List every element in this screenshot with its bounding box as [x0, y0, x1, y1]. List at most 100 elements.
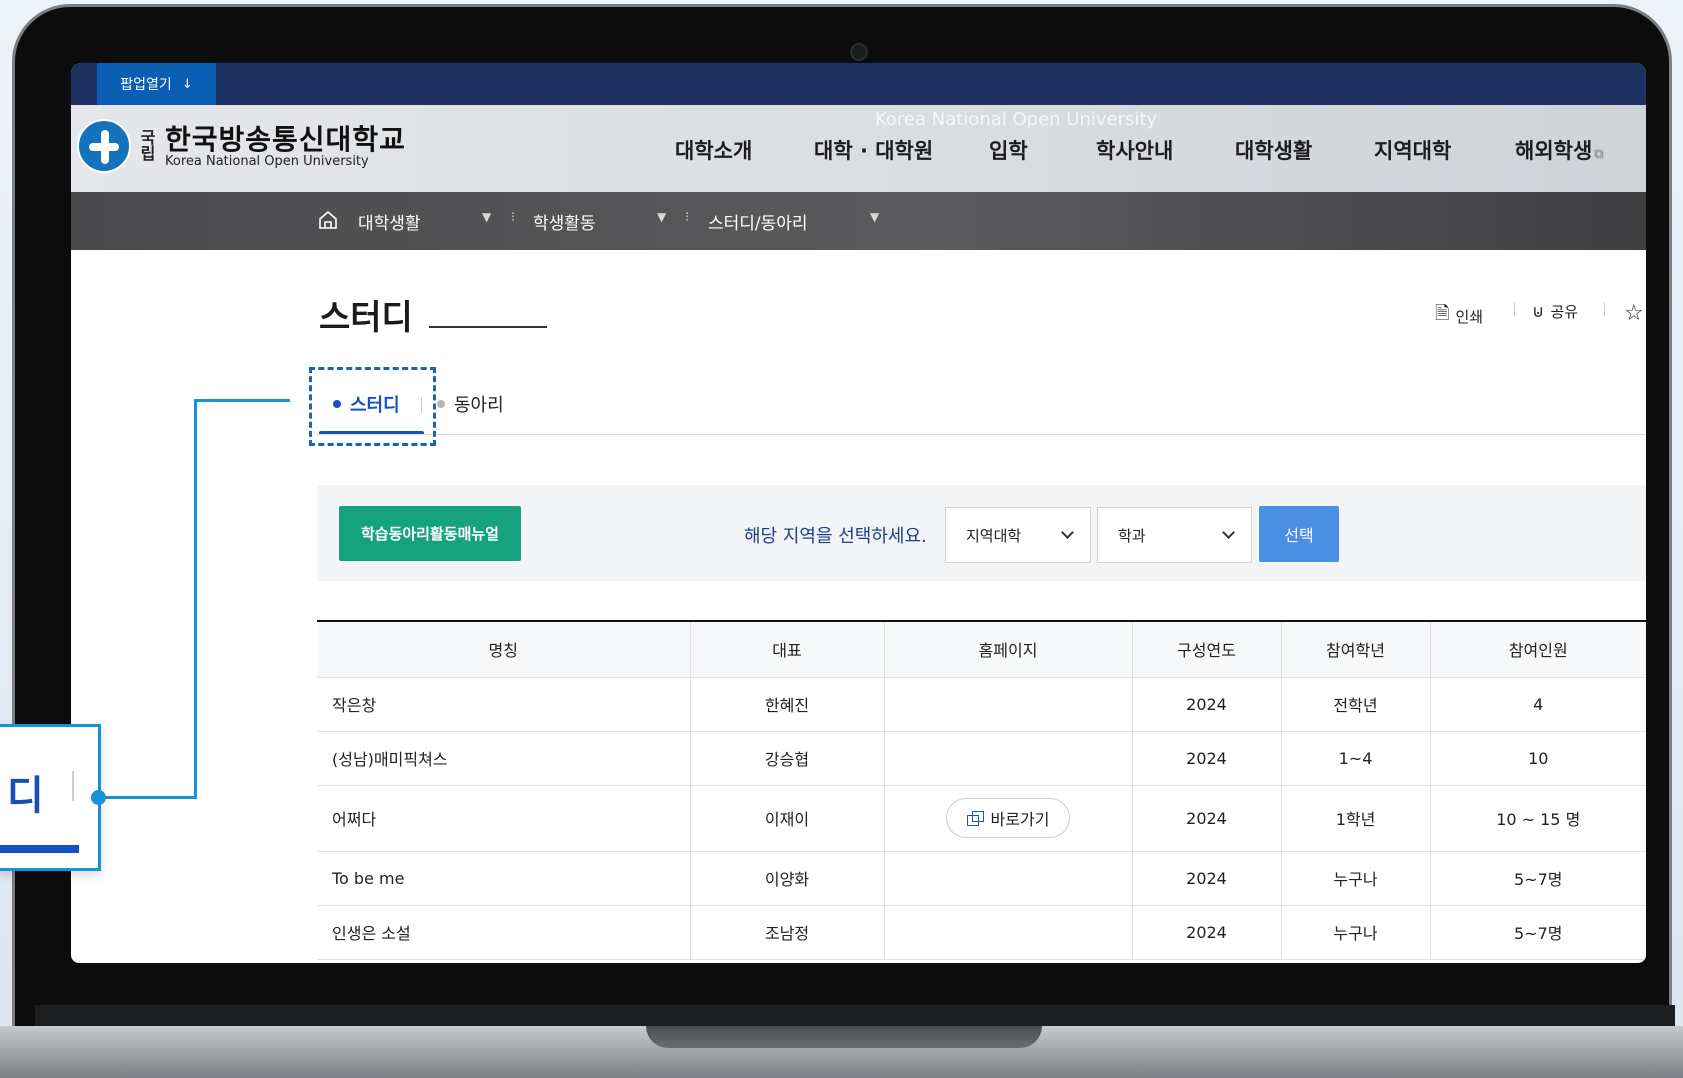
- table-row: 인생은 소설 조남정 2024 누구나 5~7명: [317, 905, 1646, 960]
- table-row: 어쩌다 이재이 바로가기 2024 1학년 10 ~ 15 명: [317, 785, 1646, 852]
- chevron-down-icon: [1222, 526, 1235, 539]
- breadcrumb-item-activities[interactable]: 학생활동: [533, 209, 596, 234]
- cell-grade: 1~4: [1281, 731, 1431, 786]
- cell-homepage: [884, 905, 1133, 960]
- chevron-down-icon[interactable]: ▼: [482, 210, 491, 224]
- cell-name: 작은창: [317, 677, 691, 732]
- cell-year: 2024: [1132, 731, 1282, 786]
- print-button[interactable]: 🗎 인쇄: [1435, 301, 1483, 331]
- cell-year: 2024: [1132, 785, 1282, 852]
- department-select-value: 학과: [1118, 526, 1146, 545]
- department-select[interactable]: 학과: [1097, 507, 1252, 563]
- cell-rep: 강승협: [690, 731, 885, 786]
- nav-item-academic[interactable]: 학사안내: [1096, 135, 1173, 165]
- main-navigation: 대학소개 대학 · 대학원 입학 학사안내 대학생활 지역대학 해외학생 ⧉: [71, 105, 1646, 192]
- callout-zoom-box: 디: [0, 724, 101, 871]
- home-icon[interactable]: [317, 209, 339, 231]
- cell-grade: 전학년: [1281, 677, 1431, 732]
- breadcrumb-item-campus-life[interactable]: 대학생활: [358, 209, 421, 234]
- cell-year: 2024: [1132, 851, 1282, 906]
- cell-members: 10 ~ 15 명: [1430, 785, 1646, 852]
- nav-item-admission[interactable]: 입학: [989, 135, 1028, 165]
- cell-homepage: [884, 851, 1133, 906]
- nav-item-international-label: 해외학생: [1515, 139, 1593, 163]
- callout-anchor-dot: [91, 790, 106, 805]
- print-label: 인쇄: [1455, 307, 1484, 326]
- homepage-link-label: 바로가기: [990, 810, 1050, 829]
- laptop-opening-notch: [646, 1026, 1042, 1048]
- arrow-down-icon: ↓: [181, 76, 193, 92]
- table-row: (성남)매미픽쳐스 강승협 2024 1~4 10: [317, 731, 1646, 786]
- region-prompt: 해당 지역을 선택하세요.: [744, 526, 927, 547]
- nav-item-international[interactable]: 해외학생 ⧉: [1515, 135, 1604, 165]
- tab-club[interactable]: 동아리: [437, 391, 504, 417]
- cell-grade: 누구나: [1281, 905, 1431, 960]
- share-button[interactable]: ⊍ 공유: [1532, 301, 1578, 322]
- cell-homepage: [884, 731, 1133, 786]
- tabs-divider: [317, 434, 1646, 435]
- cell-homepage: 바로가기: [884, 785, 1133, 852]
- share-label: 공유: [1550, 303, 1579, 321]
- breadcrumb-separator: ⁝: [685, 210, 690, 225]
- cell-members: 5~7명: [1430, 851, 1646, 906]
- cell-rep: 이양화: [690, 851, 885, 906]
- cell-rep: 한혜진: [690, 677, 885, 732]
- activity-manual-button[interactable]: 학습동아리활동매뉴얼: [339, 506, 521, 561]
- external-link-icon: ⧉: [1594, 147, 1604, 162]
- cell-name: 인생은 소설: [317, 905, 691, 960]
- laptop-lid: 팝업열기 ↓ Korea National Open University 국립…: [12, 4, 1675, 1034]
- cell-rep: 이재이: [690, 785, 885, 852]
- site-header: Korea National Open University 국립 한국방송통신…: [71, 105, 1646, 192]
- cell-grade: 누구나: [1281, 851, 1431, 906]
- cell-year: 2024: [1132, 677, 1282, 732]
- region-select-value: 지역대학: [966, 526, 1022, 545]
- cell-name: (성남)매미픽쳐스: [317, 731, 691, 786]
- nav-item-campus-life[interactable]: 대학생활: [1235, 135, 1312, 165]
- nav-item-regional[interactable]: 지역대학: [1374, 135, 1451, 165]
- col-header-name: 명칭: [317, 621, 691, 678]
- breadcrumb-item-study-club[interactable]: 스터디/동아리: [708, 209, 808, 234]
- chevron-down-icon[interactable]: ▼: [870, 210, 879, 224]
- cell-members: 10: [1430, 731, 1646, 786]
- chevron-down-icon: [1061, 526, 1074, 539]
- chevron-down-icon[interactable]: ▼: [657, 210, 666, 224]
- table-row: To be me 이양화 2024 누구나 5~7명: [317, 851, 1646, 906]
- col-header-members: 참여인원: [1430, 621, 1646, 678]
- top-utility-bar: 팝업열기 ↓: [71, 63, 1646, 105]
- callout-zoom-text: 디: [7, 773, 44, 819]
- print-icon: 🗎: [1435, 303, 1450, 324]
- region-select[interactable]: 지역대학: [945, 507, 1091, 563]
- cell-rep: 조남정: [690, 905, 885, 960]
- util-divider: [1514, 302, 1515, 316]
- tab-highlight-frame: [309, 367, 436, 446]
- breadcrumb: 대학생활 ▼ ⁝ 학생활동 ▼ ⁝ 스터디/동아리 ▼: [71, 192, 1646, 250]
- study-table: 명칭 대표 홈페이지 구성연도 참여학년 참여인원 작은창 한혜진 2024 전…: [317, 620, 1646, 960]
- table-header-row: 명칭 대표 홈페이지 구성연도 참여학년 참여인원: [317, 621, 1646, 678]
- callout-zoom-divider: [72, 771, 74, 801]
- cell-name: 어쩌다: [317, 785, 691, 852]
- callout-connector: [98, 796, 197, 799]
- homepage-link-button[interactable]: 바로가기: [945, 798, 1071, 838]
- page-title: 스터디: [319, 298, 413, 338]
- nav-item-about[interactable]: 대학소개: [675, 135, 752, 165]
- util-divider: [1604, 302, 1605, 316]
- callout-zoom-indicator: [0, 845, 79, 853]
- col-header-rep: 대표: [690, 621, 885, 678]
- favorite-button[interactable]: ☆: [1624, 301, 1644, 326]
- col-header-homepage: 홈페이지: [884, 621, 1133, 678]
- popup-open-button[interactable]: 팝업열기 ↓: [97, 63, 216, 105]
- inactive-dot-icon: [437, 400, 445, 408]
- breadcrumb-separator: ⁝: [511, 210, 516, 225]
- tab-club-label: 동아리: [454, 395, 504, 416]
- browser-screen: 팝업열기 ↓ Korea National Open University 국립…: [71, 63, 1646, 963]
- cell-homepage: [884, 677, 1133, 732]
- callout-connector: [194, 399, 197, 799]
- cell-members: 4: [1430, 677, 1646, 732]
- title-underline: [429, 326, 547, 328]
- col-header-grade: 참여학년: [1281, 621, 1431, 678]
- cell-name: To be me: [317, 851, 691, 906]
- paperclip-icon: ⊍: [1532, 301, 1545, 322]
- nav-item-graduate[interactable]: 대학 · 대학원: [814, 135, 933, 165]
- select-submit-button[interactable]: 선택: [1259, 506, 1339, 562]
- cell-year: 2024: [1132, 905, 1282, 960]
